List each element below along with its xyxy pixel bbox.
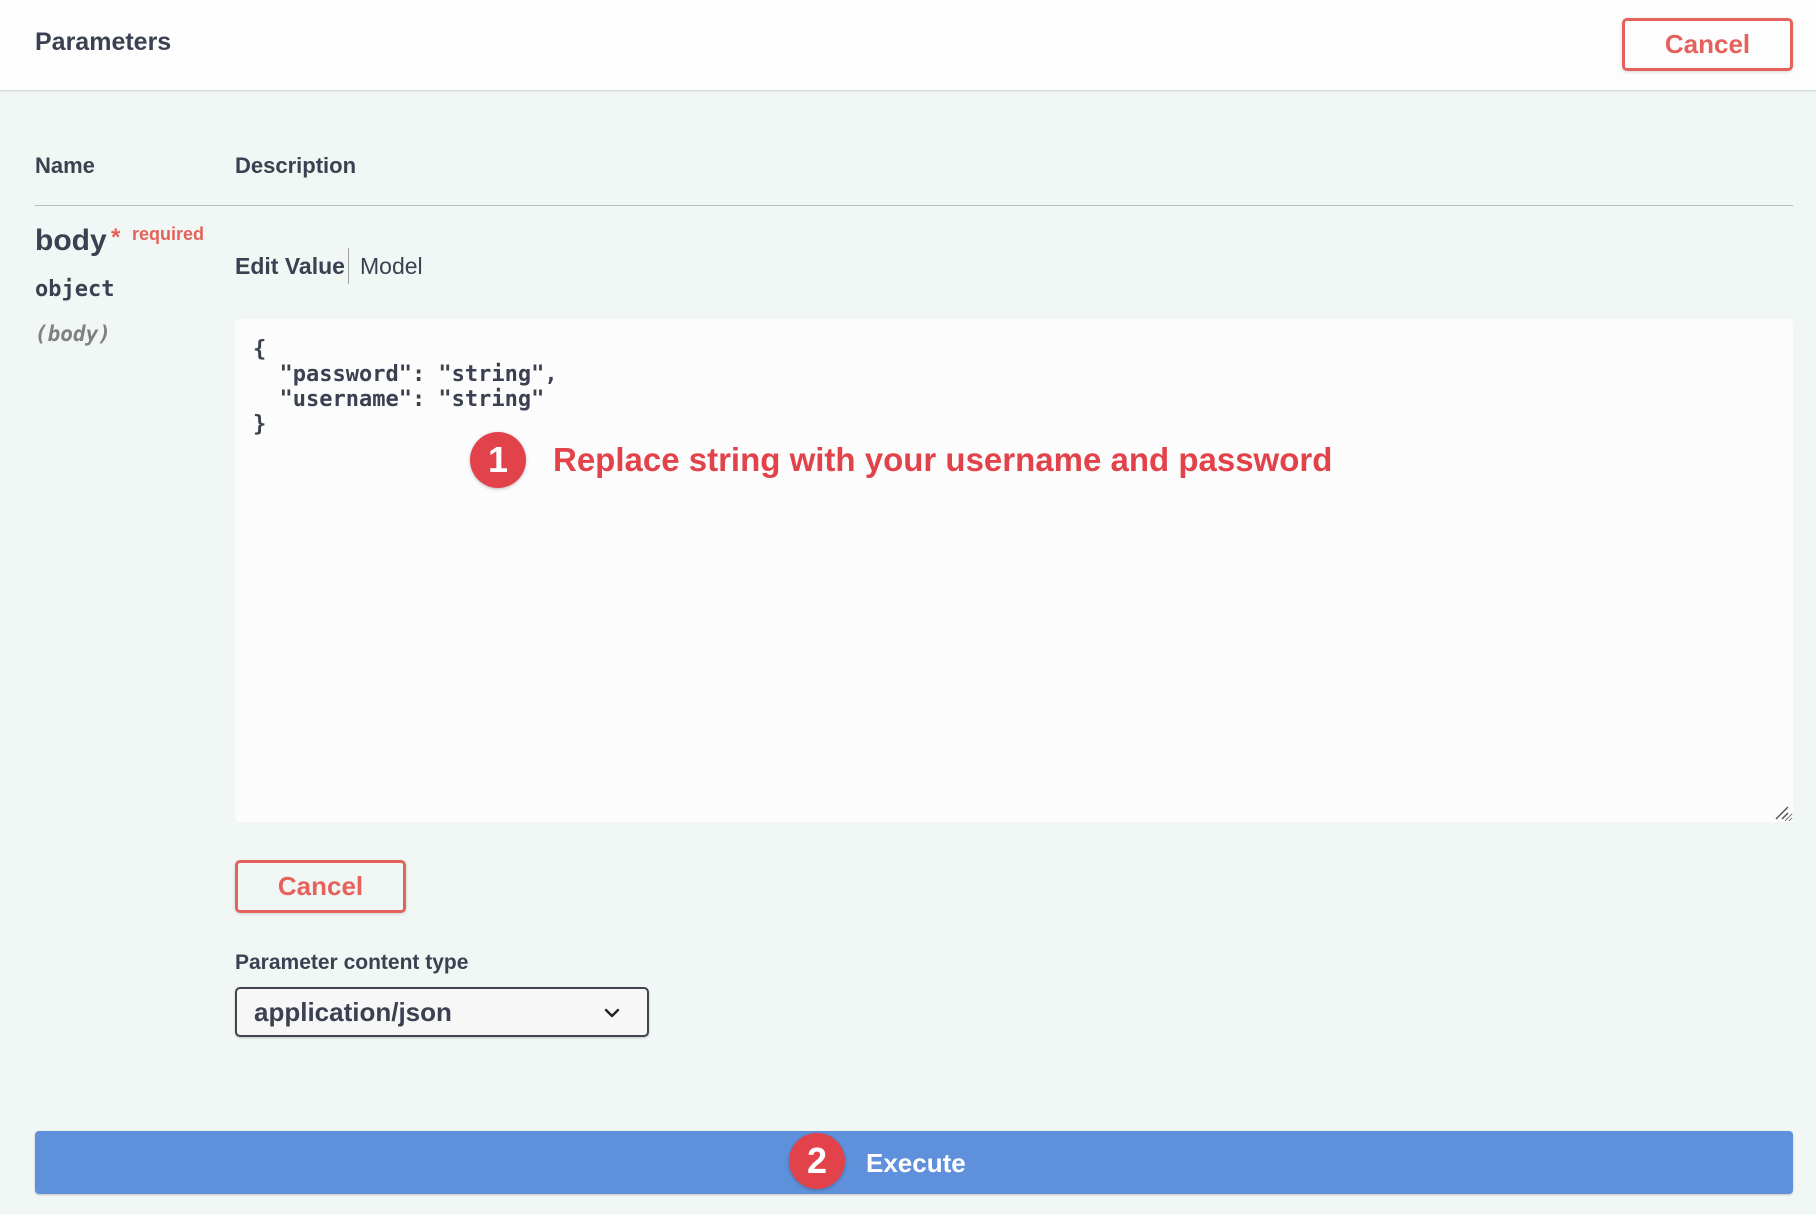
param-location: (body): [35, 322, 111, 346]
parameters-title: Parameters: [35, 28, 172, 56]
header-cancel-button[interactable]: Cancel: [1622, 18, 1793, 71]
chevron-down-icon: [604, 1008, 620, 1018]
table-header-divider: [35, 205, 1793, 206]
execute-button[interactable]: Execute: [35, 1131, 1793, 1194]
required-star: *: [111, 224, 121, 251]
tab-edit-value[interactable]: Edit Value: [235, 253, 345, 280]
content-type-value: application/json: [254, 996, 452, 1027]
step-1-instruction: Replace string with your username and pa…: [553, 441, 1333, 478]
required-label: required: [132, 224, 205, 244]
tab-model[interactable]: Model: [360, 253, 423, 280]
content-type-select[interactable]: application/json: [235, 987, 649, 1037]
cancel-button[interactable]: Cancel: [235, 860, 406, 913]
step-1-badge: 1: [470, 432, 526, 488]
description-column-header: Description: [235, 153, 357, 178]
resize-handle-icon[interactable]: [1775, 806, 1789, 820]
content-type-label: Parameter content type: [235, 951, 469, 974]
execute-label: Execute: [866, 1148, 966, 1178]
name-column-header: Name: [35, 153, 95, 178]
step-2-badge: 2: [789, 1133, 845, 1189]
parameters-header: Parameters Cancel: [0, 0, 1816, 90]
param-type: object: [35, 277, 115, 302]
param-name: body: [35, 224, 107, 257]
tab-separator: [348, 248, 349, 284]
body-json-editor[interactable]: { "password": "string", "username": "str…: [235, 319, 1793, 822]
